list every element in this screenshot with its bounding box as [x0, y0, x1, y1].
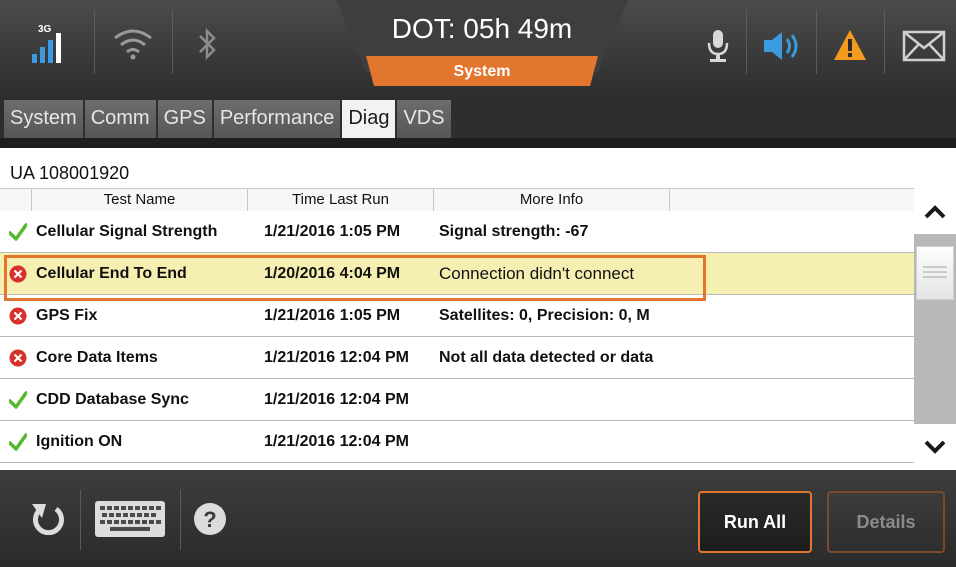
cell-more-info: Not all data detected or data	[439, 349, 654, 366]
tab-system[interactable]: System	[4, 100, 83, 138]
tab-diag[interactable]: Diag	[342, 100, 396, 142]
table-row[interactable]: Ignition ON 1/21/2016 12:04 PM	[0, 421, 914, 463]
details-button[interactable]: Details	[827, 491, 945, 553]
help-icon[interactable]: ?	[193, 502, 227, 536]
cell-more-info: Satellites: 0, Precision: 0, M	[439, 307, 650, 324]
cell-test-name: Cellular End To End	[36, 265, 187, 282]
divider	[80, 490, 81, 550]
tab-comm[interactable]: Comm	[84, 100, 156, 138]
cell-more-info	[439, 379, 697, 420]
scroll-thumb[interactable]	[916, 246, 954, 300]
run-all-button[interactable]: Run All	[698, 491, 812, 553]
table-row[interactable]: Cellular End To End 1/20/2016 4:04 PM Conn…	[0, 253, 914, 295]
column-header-status	[0, 189, 32, 211]
divider	[884, 10, 885, 74]
dot-timer: DOT: 05h 49m	[391, 13, 573, 44]
cell-time-last-run: 1/21/2016 12:04 PM	[264, 391, 409, 408]
chevron-up-icon	[924, 205, 946, 219]
cell-time-last-run: 1/21/2016 1:05 PM	[264, 223, 401, 240]
signal-3g-icon: 3G	[30, 18, 70, 72]
tab-list: System Comm GPS Performance Diag VDS	[4, 100, 453, 142]
table-header: Test Name Time Last Run More Info	[0, 188, 914, 212]
divider	[94, 10, 95, 74]
bottom-toolbar: ?	[0, 470, 956, 567]
warning-icon[interactable]	[832, 28, 868, 62]
divider	[746, 10, 747, 74]
column-header-test-name[interactable]: Test Name	[32, 189, 248, 211]
cell-time-last-run: 1/21/2016 1:05 PM	[264, 307, 401, 324]
tab-performance[interactable]: Performance	[213, 100, 341, 138]
vertical-scrollbar[interactable]	[914, 190, 956, 468]
table-row[interactable]: Cellular Signal Strength 1/21/2016 1:05 P…	[0, 211, 914, 253]
table-row[interactable]: Core Data Items 1/21/2016 12:04 PM Not all…	[0, 337, 914, 379]
speaker-icon[interactable]	[762, 30, 802, 62]
scroll-down-button[interactable]	[914, 424, 956, 468]
chevron-down-icon	[924, 440, 946, 454]
tab-gps[interactable]: GPS	[157, 100, 212, 138]
cell-more-info: Connection didn't connect	[439, 264, 635, 283]
divider	[172, 10, 173, 74]
check-icon	[9, 433, 27, 451]
cell-test-name: Ignition ON	[36, 433, 123, 450]
refresh-icon[interactable]	[28, 500, 68, 540]
divider	[816, 10, 817, 74]
cell-time-last-run: 1/21/2016 12:04 PM	[264, 349, 409, 366]
tab-underline	[0, 138, 956, 148]
dot-timer-panel: DOT: 05h 49m System	[336, 0, 628, 88]
cell-more-info	[439, 421, 697, 462]
tab-vds[interactable]: VDS	[397, 100, 451, 138]
wifi-icon	[112, 26, 154, 60]
column-header-time-last-run[interactable]: Time Last Run	[248, 189, 434, 211]
error-icon	[9, 349, 27, 367]
keyboard-icon[interactable]	[94, 500, 166, 538]
column-header-more-info[interactable]: More Info	[434, 189, 670, 211]
cell-time-last-run: 1/20/2016 4:04 PM	[264, 265, 401, 282]
cell-test-name: Cellular Signal Strength	[36, 223, 218, 240]
bluetooth-icon	[196, 26, 220, 62]
svg-text:?: ?	[203, 507, 216, 532]
check-icon	[9, 223, 27, 241]
microphone-icon[interactable]	[706, 28, 730, 64]
mode-label: System	[453, 63, 511, 80]
status-bar: 3G DOT: 05h 49m System	[0, 0, 956, 92]
check-icon	[9, 391, 27, 409]
table-row[interactable]: GPS Fix 1/21/2016 1:05 PM Satellites: 0, P…	[0, 295, 914, 337]
cell-time-last-run: 1/21/2016 12:04 PM	[264, 433, 409, 450]
mail-icon[interactable]	[902, 30, 946, 62]
cell-more-info: Signal strength: -67	[439, 223, 589, 240]
error-icon	[9, 307, 27, 325]
cell-test-name: GPS Fix	[36, 307, 98, 324]
cell-test-name: Core Data Items	[36, 349, 158, 366]
cell-test-name: CDD Database Sync	[36, 391, 189, 408]
unit-id: UA 108001920	[10, 163, 130, 183]
error-icon	[9, 265, 27, 283]
table-row[interactable]: CDD Database Sync 1/21/2016 12:04 PM	[0, 379, 914, 421]
scroll-up-button[interactable]	[914, 190, 956, 234]
divider	[180, 490, 181, 550]
